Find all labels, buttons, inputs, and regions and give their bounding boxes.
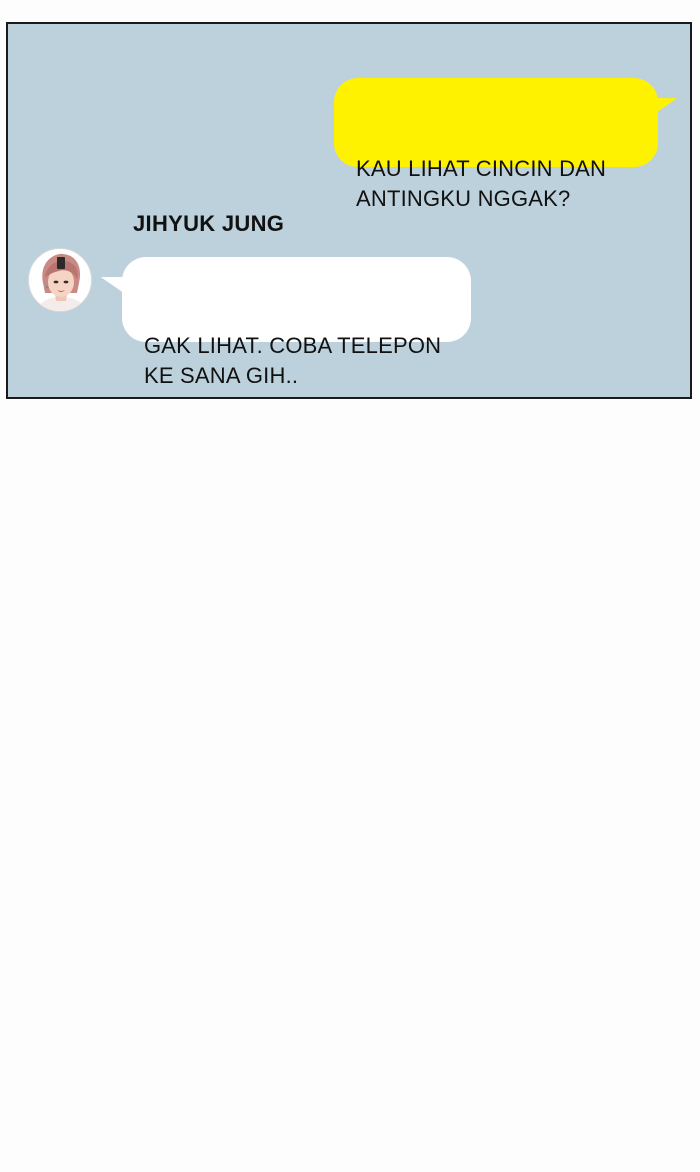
chat-panel: KAU LIHAT CINCIN DAN ANTINGKU NGGAK? JIH… bbox=[6, 22, 692, 399]
outgoing-message-bubble: KAU LIHAT CINCIN DAN ANTINGKU NGGAK? bbox=[334, 78, 680, 211]
comic-page: KAU LIHAT CINCIN DAN ANTINGKU NGGAK? JIH… bbox=[0, 0, 700, 1172]
outgoing-message-text: KAU LIHAT CINCIN DAN ANTINGKU NGGAK? bbox=[356, 156, 607, 211]
person-avatar-icon bbox=[28, 248, 92, 312]
incoming-message-bubble: GAK LIHAT. COBA TELEPON KE SANA GIH.. bbox=[98, 257, 471, 388]
outgoing-bubble-tail bbox=[648, 94, 680, 116]
incoming-bubble-tail bbox=[98, 273, 130, 295]
incoming-message-text: GAK LIHAT. COBA TELEPON KE SANA GIH.. bbox=[144, 333, 442, 388]
sender-name: JIHYUK JUNG bbox=[133, 211, 285, 236]
